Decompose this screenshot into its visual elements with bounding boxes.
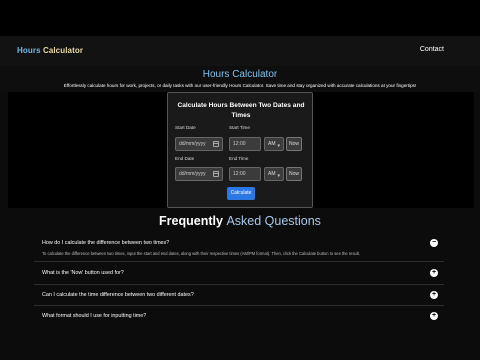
brand-word-calculator: Calculator: [42, 46, 84, 55]
contact-link[interactable]: Contact: [420, 46, 444, 53]
faq-heading: Frequently Asked Questions: [0, 214, 480, 228]
faq-heading-word1: Frequently: [159, 214, 223, 228]
faq-question[interactable]: Can I calculate the time difference betw…: [42, 292, 194, 298]
expand-icon[interactable]: +: [430, 312, 438, 320]
faq-item-2[interactable]: What is the 'Now' button used for? +: [34, 262, 444, 285]
faq-question[interactable]: What format should I use for inputting t…: [42, 313, 146, 319]
collapse-icon[interactable]: −: [430, 239, 438, 247]
expand-icon[interactable]: +: [430, 291, 438, 299]
calendar-icon[interactable]: [213, 141, 219, 147]
chevron-down-icon: ▾: [277, 143, 280, 149]
start-date-input[interactable]: dd/mm/yyyy: [175, 137, 223, 151]
faq-item-1[interactable]: How do I calculate the difference betwee…: [34, 234, 444, 262]
page: Hours Calculator Contact Hours Calculato…: [0, 0, 480, 360]
faq-question[interactable]: What is the 'Now' button used for?: [42, 270, 124, 276]
start-date-placeholder: dd/mm/yyyy: [179, 141, 206, 147]
end-date-placeholder: dd/mm/yyyy: [179, 171, 206, 177]
start-time-label: Start Time: [229, 125, 250, 130]
start-now-button[interactable]: Now: [286, 137, 302, 151]
end-ampm-value: AM: [268, 171, 276, 177]
top-bar: [0, 0, 480, 36]
faq-heading-word2: Asked Questions: [226, 214, 321, 228]
start-time-input[interactable]: 12:00: [229, 137, 261, 151]
expand-icon[interactable]: +: [430, 269, 438, 277]
hero-section: Hours Calculator Effortlessly calculate …: [0, 66, 480, 92]
end-now-button[interactable]: Now: [286, 167, 302, 181]
end-time-label: End Time: [229, 156, 249, 161]
start-date-label: Start Date: [175, 125, 196, 130]
calendar-icon[interactable]: [213, 171, 219, 177]
page-title: Hours Calculator: [202, 69, 278, 80]
site-logo[interactable]: Hours Calculator: [17, 46, 83, 55]
end-time-value: 12:00: [233, 171, 246, 177]
page-subtitle: Effortlessly calculate hours for work, p…: [63, 83, 417, 88]
end-time-input[interactable]: 12:00: [229, 167, 261, 181]
end-ampm-select[interactable]: AM ▾: [264, 167, 284, 181]
faq-question[interactable]: How do I calculate the difference betwee…: [42, 240, 169, 246]
faq-item-3[interactable]: Can I calculate the time difference betw…: [34, 285, 444, 306]
start-ampm-select[interactable]: AM ▾: [264, 137, 284, 151]
calculate-button[interactable]: Calculate: [227, 187, 255, 200]
start-time-value: 12:00: [233, 141, 246, 147]
calculator-card: Calculate Hours Between Two Dates and Ti…: [167, 92, 313, 208]
end-date-label: End Date: [175, 156, 195, 161]
start-ampm-value: AM: [268, 141, 276, 147]
brand-word-hours: Hours: [17, 46, 43, 55]
faq-answer: To calculate the difference between two …: [42, 251, 360, 256]
chevron-down-icon: ▾: [277, 173, 280, 179]
calculator-title: Calculate Hours Between Two Dates and Ti…: [177, 102, 305, 119]
site-header: Hours Calculator Contact: [0, 36, 480, 66]
end-date-input[interactable]: dd/mm/yyyy: [175, 167, 223, 181]
faq-item-4[interactable]: What format should I use for inputting t…: [34, 306, 444, 326]
